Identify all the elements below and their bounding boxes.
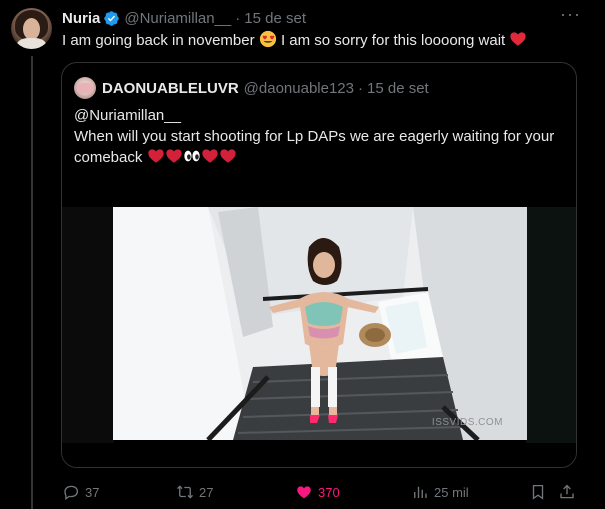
author-name[interactable]: Nuria xyxy=(62,10,100,27)
share-icon xyxy=(560,484,574,499)
retweet-icon xyxy=(177,485,193,499)
tweet[interactable]: Nuria @Nuriamillan__ · 15 de set ··· I a… xyxy=(0,0,605,509)
quoted-author-handle: @daonuable123 xyxy=(243,79,354,97)
reply-icon xyxy=(64,485,79,501)
red-heart-emoji-icon xyxy=(510,32,527,46)
red-heart-emoji-icon xyxy=(219,149,236,163)
retweet-button[interactable]: 27 xyxy=(176,480,213,504)
eyes-emoji-icon xyxy=(183,150,200,162)
media-letterbox-left xyxy=(62,207,114,443)
quoted-author-name: DAONUABLELUVR xyxy=(102,79,239,97)
author-avatar[interactable] xyxy=(11,8,52,49)
views-button[interactable]: 25 mil xyxy=(411,480,469,504)
heart-icon xyxy=(297,486,311,499)
tweet-text: I am going back in november I am so sorr… xyxy=(62,30,527,52)
media-image[interactable]: ISSVIDS.COM xyxy=(113,207,527,440)
tweet-date[interactable]: 15 de set xyxy=(244,10,306,27)
quoted-text-line2: comeback xyxy=(74,147,569,168)
quoted-media[interactable]: ISSVIDS.COM xyxy=(62,207,576,467)
separator-dot: · xyxy=(358,79,363,97)
tweet-text-part1: I am going back in november xyxy=(62,32,255,49)
media-letterbox-right xyxy=(526,207,576,443)
like-button[interactable]: 370 xyxy=(295,480,340,504)
quoted-tweet[interactable]: DAONUABLELUVR @daonuable123 · 15 de set … xyxy=(61,62,577,468)
like-count: 370 xyxy=(318,484,340,500)
bookmark-icon xyxy=(532,484,544,500)
quoted-text-line1: When will you start shooting for Lp DAPs… xyxy=(74,128,555,145)
reply-count: 37 xyxy=(85,484,100,500)
media-watermark: ISSVIDS.COM xyxy=(431,417,503,428)
quoted-tweet-date: 15 de set xyxy=(367,79,429,97)
share-button[interactable] xyxy=(558,480,576,504)
thread-line xyxy=(31,56,33,509)
separator-dot: · xyxy=(235,9,241,27)
views-icon xyxy=(414,486,427,498)
quoted-tweet-header: DAONUABLELUVR @daonuable123 · 15 de set xyxy=(74,77,429,99)
reply-button[interactable]: 37 xyxy=(62,480,99,504)
heart-eyes-emoji-icon xyxy=(259,30,276,48)
more-icon[interactable]: ··· xyxy=(560,5,580,28)
quoted-tweet-text: @Nuriamillan__ When will you start shoot… xyxy=(74,105,569,168)
quoted-author-avatar xyxy=(74,77,96,99)
author-handle[interactable]: @Nuriamillan__ xyxy=(124,10,231,27)
views-count: 25 mil xyxy=(434,484,469,500)
quoted-mention: @Nuriamillan__ xyxy=(74,107,181,124)
red-heart-emoji-icon xyxy=(201,149,218,163)
tweet-text-part2: I am so sorry for this loooong wait xyxy=(280,32,506,49)
retweet-count: 27 xyxy=(199,484,214,500)
red-heart-emoji-icon xyxy=(165,149,182,163)
red-heart-emoji-icon xyxy=(147,149,164,163)
tweet-header: Nuria @Nuriamillan__ · 15 de set xyxy=(62,8,306,28)
bookmark-button[interactable] xyxy=(529,480,547,504)
tweet-actions: 37 27 370 25 mil xyxy=(0,480,605,504)
staircase-scene xyxy=(113,207,527,440)
verified-badge-icon xyxy=(104,10,120,26)
